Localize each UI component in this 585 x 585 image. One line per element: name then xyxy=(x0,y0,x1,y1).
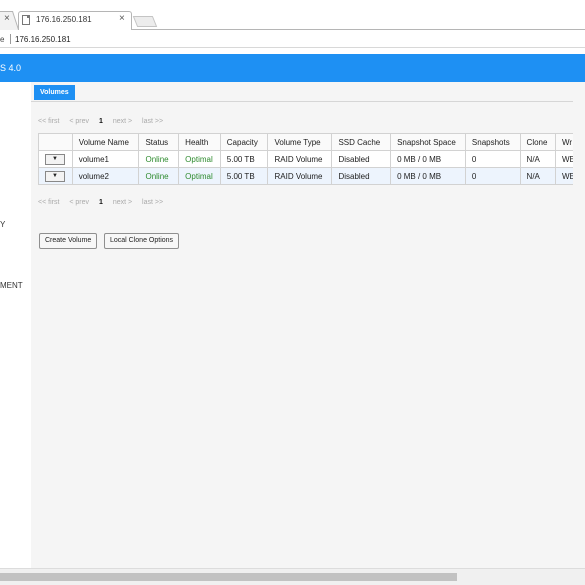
local-clone-options-button[interactable]: Local Clone Options xyxy=(104,233,180,249)
pager-last-link[interactable]: last >> xyxy=(142,199,163,206)
page-icon xyxy=(22,15,30,25)
pager-next-link[interactable]: next > xyxy=(113,199,132,206)
vertical-scrollbar[interactable] xyxy=(573,82,585,568)
volume-type-cell: RAID Volume xyxy=(267,167,333,185)
browser-tab-bar: × 176.16.250.181 × xyxy=(0,0,585,31)
sidebar-item[interactable]: Y xyxy=(0,220,5,229)
ssd-cache-cell: Disabled xyxy=(331,167,392,185)
snapshots-cell: 0 xyxy=(464,150,521,168)
capacity-cell: 5.00 TB xyxy=(219,167,269,185)
app-header: S 4.0 xyxy=(0,54,585,82)
content-tab-strip: Volumes xyxy=(31,82,585,102)
close-icon[interactable]: × xyxy=(119,13,125,24)
new-tab-button[interactable] xyxy=(132,16,158,27)
address-bar-divider xyxy=(10,34,11,44)
snapshot-space-cell: 0 MB / 0 MB xyxy=(390,150,466,168)
horizontal-scrollbar-thumb[interactable] xyxy=(0,573,457,581)
address-bar-prefix: e xyxy=(0,35,5,44)
column-header[interactable]: Snapshots xyxy=(464,133,521,151)
column-header[interactable]: Snapshot Space xyxy=(390,133,466,151)
pagination-top: << first < prev 1 next > last >> xyxy=(38,118,171,125)
pager-first-link[interactable]: << first xyxy=(38,118,59,125)
column-header[interactable]: Volume Type xyxy=(267,133,333,151)
row-menu-cell: ▼ xyxy=(38,167,73,185)
capacity-cell: 5.00 TB xyxy=(219,150,269,168)
pager-prev-link[interactable]: < prev xyxy=(69,118,89,125)
row-menu-cell: ▼ xyxy=(38,150,73,168)
column-header[interactable]: SSD Cache xyxy=(331,133,392,151)
address-bar[interactable]: e 176.16.250.181 xyxy=(0,30,585,48)
snapshots-cell: 0 xyxy=(464,167,521,185)
close-icon[interactable]: × xyxy=(4,13,10,24)
pager-current-page: 1 xyxy=(98,118,103,125)
column-header[interactable]: Health xyxy=(178,133,221,151)
main-content: Volumes << first < prev 1 next > last >>… xyxy=(31,82,585,568)
url-text[interactable]: 176.16.250.181 xyxy=(15,35,71,44)
column-header[interactable]: Clone xyxy=(519,133,556,151)
column-header xyxy=(38,133,73,151)
clone-cell: N/A xyxy=(519,167,556,185)
snapshot-space-cell: 0 MB / 0 MB xyxy=(390,167,466,185)
sidebar-item[interactable]: MENT xyxy=(0,281,23,290)
browser-window: × 176.16.250.181 × e 176.16.250.181 S 4.… xyxy=(0,0,585,585)
pager-last-link[interactable]: last >> xyxy=(142,118,163,125)
table-header-row: Volume Name Status Health Capacity Volum… xyxy=(38,133,585,151)
horizontal-scrollbar[interactable] xyxy=(0,568,585,585)
tab-volumes[interactable]: Volumes xyxy=(34,85,75,100)
pager-prev-link[interactable]: < prev xyxy=(69,199,89,206)
health-cell: Optimal xyxy=(178,150,221,168)
pager-current-page: 1 xyxy=(98,199,103,206)
table-row[interactable]: ▼ volume1 Online Optimal 5.00 TB RAID Vo… xyxy=(38,150,585,168)
ssd-cache-cell: Disabled xyxy=(331,150,392,168)
status-cell: Online xyxy=(138,167,180,185)
app-title: S 4.0 xyxy=(0,63,22,73)
row-menu-button[interactable]: ▼ xyxy=(45,171,65,182)
clone-cell: N/A xyxy=(519,150,556,168)
sidebar: Y MENT xyxy=(0,82,31,568)
volume-type-cell: RAID Volume xyxy=(267,150,333,168)
column-header[interactable]: Volume Name xyxy=(71,133,140,151)
pagination-bottom: << first < prev 1 next > last >> xyxy=(38,199,171,206)
status-cell: Online xyxy=(138,150,180,168)
volumes-table: Volume Name Status Health Capacity Volum… xyxy=(38,133,585,185)
column-header[interactable]: Status xyxy=(138,133,180,151)
pager-next-link[interactable]: next > xyxy=(113,118,132,125)
table-row[interactable]: ▼ volume2 Online Optimal 5.00 TB RAID Vo… xyxy=(38,167,585,185)
create-volume-button[interactable]: Create Volume xyxy=(39,233,98,249)
volume-name-cell: volume1 xyxy=(71,150,140,168)
row-menu-button[interactable]: ▼ xyxy=(45,154,65,165)
browser-tab-title: 176.16.250.181 xyxy=(36,15,92,24)
pager-first-link[interactable]: << first xyxy=(38,199,59,206)
volume-name-cell: volume2 xyxy=(71,167,140,185)
health-cell: Optimal xyxy=(178,167,221,185)
column-header[interactable]: Capacity xyxy=(219,133,269,151)
